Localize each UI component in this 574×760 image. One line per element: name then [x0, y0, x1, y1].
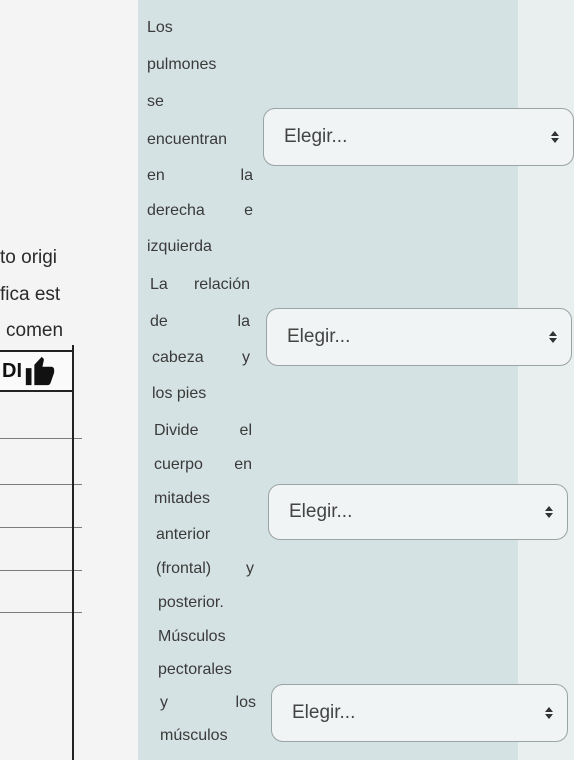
page-text-line-3: comen	[6, 320, 64, 341]
answer-select-4[interactable]: Elegir...	[271, 684, 568, 742]
divider	[0, 438, 82, 439]
question-1-text: se	[147, 93, 164, 110]
sort-arrows-icon	[545, 506, 553, 518]
question-2-text: de la	[150, 313, 250, 330]
question-4-text: y los	[160, 694, 256, 711]
answer-select-2-value: Elegir...	[287, 326, 351, 347]
question-3-text: posterior.	[158, 594, 224, 611]
divider	[0, 484, 82, 485]
question-3-text: mitades	[154, 490, 211, 507]
question-1-text: derecha e	[147, 202, 253, 219]
divider	[0, 527, 82, 528]
answer-select-1-value: Elegir...	[284, 126, 348, 147]
question-3-text: cuerpo en	[154, 456, 252, 473]
page-text-line-2: fica est	[0, 284, 61, 305]
page-text-line-1: to origi	[0, 247, 58, 268]
sort-arrows-icon	[549, 331, 557, 343]
question-4-text: Músculos	[158, 628, 226, 645]
sort-arrows-icon	[545, 707, 553, 719]
question-1-text: Los	[147, 19, 173, 36]
question-2-text: los pies	[152, 385, 207, 402]
question-3-text: Divide el	[154, 422, 252, 439]
sort-arrows-icon	[551, 131, 559, 143]
divider	[0, 612, 82, 613]
question-2-text: La relación	[150, 276, 250, 293]
divider	[72, 345, 74, 760]
divider	[0, 570, 82, 571]
question-2-text: cabeza y	[152, 349, 250, 366]
question-1-text: izquierda	[147, 238, 212, 255]
question-4-text: pectorales	[158, 661, 232, 678]
question-1-text: pulmones	[147, 56, 217, 73]
question-3-text: anterior	[156, 526, 211, 543]
answer-select-1[interactable]: Elegir...	[263, 108, 574, 166]
answer-select-3-value: Elegir...	[289, 501, 353, 522]
answer-select-2[interactable]: Elegir...	[266, 308, 572, 366]
like-button[interactable]: DI	[0, 350, 74, 392]
question-3-text: (frontal) y	[156, 560, 254, 577]
question-1-text: en la	[147, 167, 253, 184]
question-4-text: músculos	[160, 727, 228, 744]
question-1-text: encuentran	[147, 131, 228, 148]
answer-select-4-value: Elegir...	[292, 702, 356, 723]
answer-select-3[interactable]: Elegir...	[268, 484, 568, 540]
like-button-label: DI	[2, 359, 22, 382]
thumbs-up-icon	[25, 356, 55, 386]
